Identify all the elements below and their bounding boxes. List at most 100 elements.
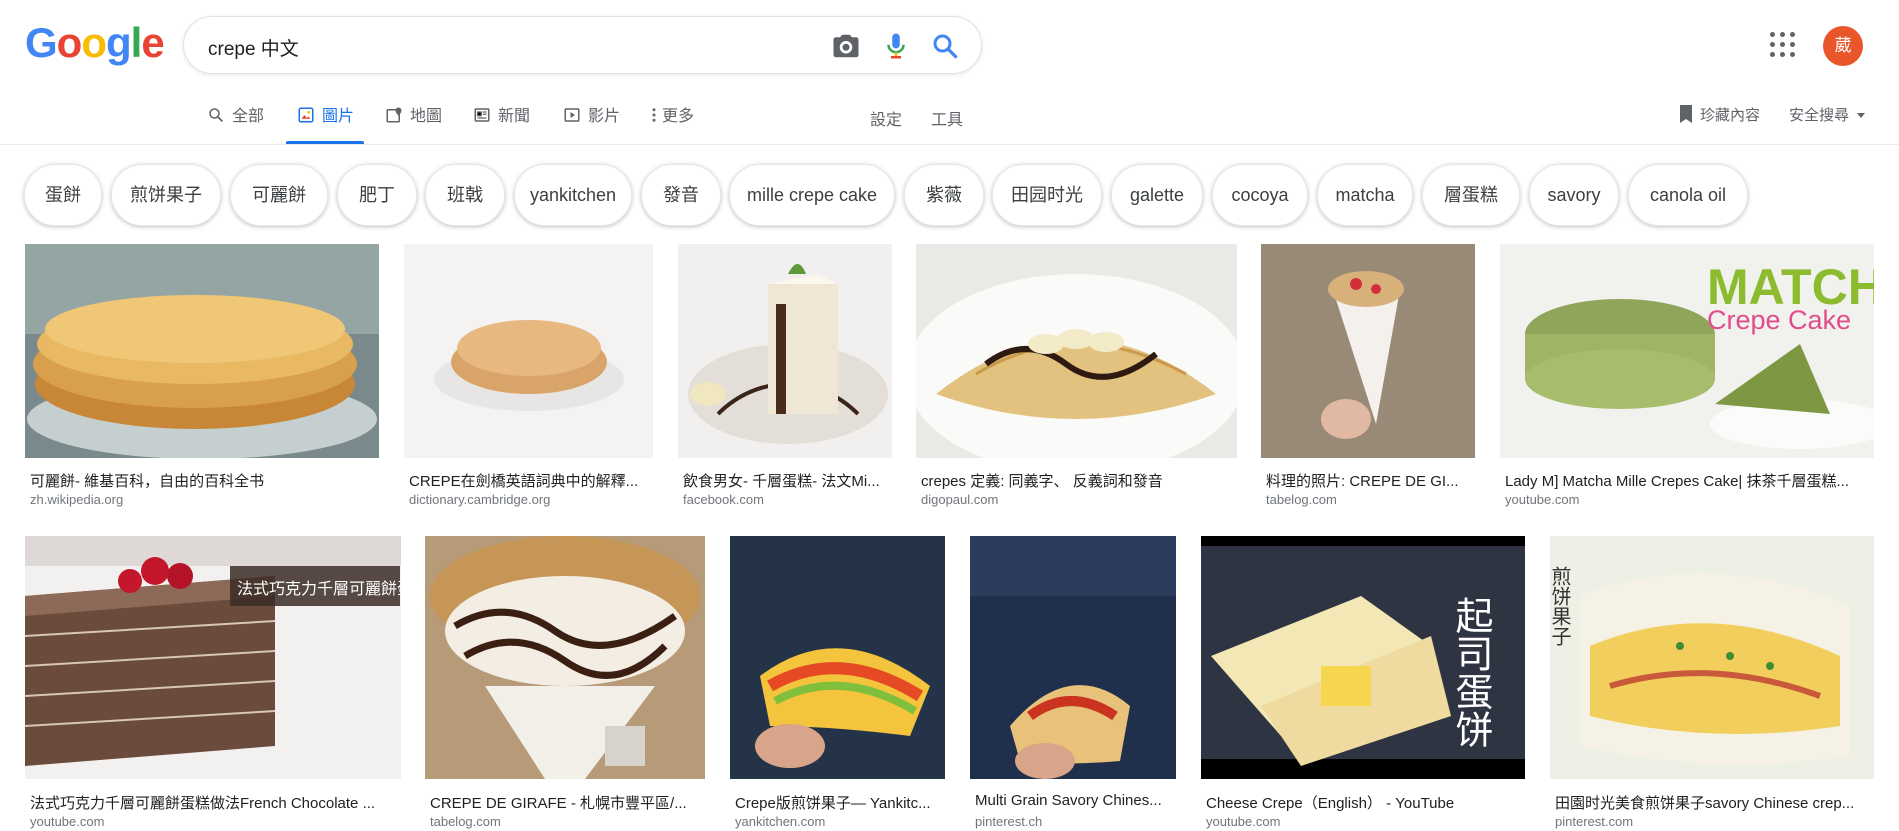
overlay-text: 法式巧克力千層可麗餅蛋糕 bbox=[237, 579, 401, 598]
safesearch-label: 安全搜尋 bbox=[1789, 107, 1850, 124]
chip[interactable]: savory bbox=[1529, 164, 1619, 226]
tab-images[interactable]: 圖片 bbox=[285, 102, 365, 144]
result-thumbnail[interactable] bbox=[916, 244, 1237, 458]
chip[interactable]: canola oil bbox=[1628, 164, 1748, 226]
tab-label: 地圖 bbox=[410, 108, 443, 125]
tab-label: 新聞 bbox=[498, 108, 531, 125]
image-result[interactable]: 可麗餅- 維基百科，自由的百科全书 zh.wikipedia.org bbox=[25, 244, 379, 511]
image-result[interactable]: 飲食男女- 千層蛋糕- 法文Mi... facebook.com bbox=[678, 244, 892, 511]
result-site: youtube.com bbox=[1505, 492, 1580, 507]
result-title[interactable]: 田園时光美食煎饼果子savory Chinese crep... bbox=[1555, 792, 1870, 813]
more-vert-icon bbox=[652, 108, 656, 122]
tab-label: 影片 bbox=[588, 108, 621, 125]
result-thumbnail[interactable] bbox=[970, 536, 1176, 779]
result-site: digopaul.com bbox=[921, 492, 999, 507]
chip[interactable]: 層蛋糕 bbox=[1422, 164, 1520, 226]
image-result[interactable]: Multi Grain Savory Chines... pinterest.c… bbox=[970, 536, 1176, 829]
result-title[interactable]: crepes 定義: 同義字、 反義詞和發音 bbox=[921, 470, 1233, 491]
result-title[interactable]: CREPE DE GIRAFE - 札幌市豐平區/... bbox=[430, 792, 701, 813]
chip[interactable]: 肥丁 bbox=[337, 164, 417, 226]
chip[interactable]: mille crepe cake bbox=[729, 164, 895, 226]
image-result[interactable]: 法式巧克力千層可麗餅蛋糕 法式巧克力千層可麗餅蛋糕做法French Chocol… bbox=[25, 536, 401, 829]
chip[interactable]: 班戟 bbox=[425, 164, 505, 226]
search-input[interactable]: crepe 中文 bbox=[208, 34, 299, 61]
result-title[interactable]: 料理的照片: CREPE DE GI... bbox=[1266, 470, 1471, 491]
result-thumbnail[interactable]: 起司蛋饼 bbox=[1201, 536, 1525, 779]
settings-link[interactable]: 設定 bbox=[870, 106, 902, 130]
result-site: zh.wikipedia.org bbox=[30, 492, 124, 507]
saved-label: 珍藏內容 bbox=[1700, 107, 1761, 124]
result-title[interactable]: CREPE在劍橋英語詞典中的解釋... bbox=[409, 470, 649, 491]
search-box[interactable]: crepe 中文 bbox=[183, 16, 982, 74]
result-site: youtube.com bbox=[30, 814, 105, 829]
chip[interactable]: 田园时光 bbox=[992, 164, 1102, 226]
top-bar: Google crepe 中文 葳 全部 圖片 地圖 新聞 影片 更多 設定 工… bbox=[0, 0, 1899, 145]
overlay-text: 起司蛋饼 bbox=[1449, 596, 1493, 748]
image-result[interactable]: MATCHA Crepe Cake Lady M] Matcha Mille C… bbox=[1500, 244, 1874, 511]
result-site: tabelog.com bbox=[1266, 492, 1337, 507]
chip[interactable]: 發音 bbox=[641, 164, 721, 226]
chip[interactable]: 煎饼果子 bbox=[111, 164, 221, 226]
tab-videos[interactable]: 影片 bbox=[562, 102, 620, 144]
mic-icon[interactable] bbox=[881, 31, 911, 61]
tab-label: 圖片 bbox=[322, 108, 355, 125]
chip[interactable]: cocoya bbox=[1212, 164, 1308, 226]
result-thumbnail[interactable] bbox=[25, 244, 379, 458]
tab-news[interactable]: 新聞 bbox=[472, 102, 530, 144]
tab-more[interactable]: 更多 bbox=[650, 102, 694, 144]
result-thumbnail[interactable]: 法式巧克力千層可麗餅蛋糕 bbox=[25, 536, 401, 779]
chip[interactable]: matcha bbox=[1317, 164, 1413, 226]
result-thumbnail[interactable] bbox=[404, 244, 653, 458]
chip[interactable]: 蛋餅 bbox=[24, 164, 102, 226]
saved-link[interactable]: 珍藏內容 bbox=[1678, 104, 1760, 125]
image-result[interactable]: CREPE在劍橋英語詞典中的解釋... dictionary.cambridge… bbox=[404, 244, 653, 511]
video-icon bbox=[564, 108, 580, 122]
image-result[interactable]: 起司蛋饼 Cheese Crepe（English） - YouTube you… bbox=[1201, 536, 1525, 829]
tab-label: 更多 bbox=[662, 108, 695, 125]
result-thumbnail[interactable] bbox=[1261, 244, 1475, 458]
result-site: facebook.com bbox=[683, 492, 764, 507]
chip[interactable]: yankitchen bbox=[514, 164, 632, 226]
result-site: pinterest.ch bbox=[975, 814, 1043, 829]
search-icon[interactable] bbox=[930, 31, 960, 61]
result-site: yankitchen.com bbox=[735, 814, 826, 829]
image-result[interactable]: 料理的照片: CREPE DE GI... tabelog.com bbox=[1261, 244, 1475, 511]
result-title[interactable]: Cheese Crepe（English） - YouTube bbox=[1206, 792, 1521, 813]
result-thumbnail[interactable]: MATCHA Crepe Cake bbox=[1500, 244, 1874, 458]
chip[interactable]: 紫薇 bbox=[904, 164, 984, 226]
result-title[interactable]: 法式巧克力千層可麗餅蛋糕做法French Chocolate ... bbox=[30, 792, 397, 813]
tools-link[interactable]: 工具 bbox=[931, 106, 963, 130]
result-site: youtube.com bbox=[1206, 814, 1281, 829]
apps-grid-icon[interactable] bbox=[1770, 32, 1796, 58]
image-icon bbox=[298, 107, 314, 123]
tab-label: 全部 bbox=[232, 108, 265, 125]
map-icon bbox=[386, 107, 402, 123]
avatar[interactable]: 葳 bbox=[1823, 26, 1863, 66]
image-result[interactable]: CREPE DE GIRAFE - 札幌市豐平區/... tabelog.com bbox=[425, 536, 705, 829]
result-title[interactable]: 可麗餅- 維基百科，自由的百科全书 bbox=[30, 470, 375, 491]
result-thumbnail[interactable] bbox=[678, 244, 892, 458]
safesearch-dropdown[interactable]: 安全搜尋 bbox=[1789, 104, 1866, 125]
overlay-subtitle: Crepe Cake bbox=[1707, 305, 1851, 335]
camera-icon[interactable] bbox=[831, 31, 861, 61]
result-thumbnail[interactable]: 煎饼果子 bbox=[1550, 536, 1874, 779]
chip[interactable]: 可麗餅 bbox=[230, 164, 328, 226]
tab-all[interactable]: 全部 bbox=[206, 102, 264, 144]
image-result[interactable]: Crepe版煎饼果子— Yankitc... yankitchen.com bbox=[730, 536, 945, 829]
result-title[interactable]: Multi Grain Savory Chines... bbox=[975, 792, 1172, 809]
tab-maps[interactable]: 地圖 bbox=[384, 102, 442, 144]
result-title[interactable]: Crepe版煎饼果子— Yankitc... bbox=[735, 792, 941, 813]
result-site: pinterest.com bbox=[1555, 814, 1634, 829]
result-title[interactable]: Lady M] Matcha Mille Crepes Cake| 抹茶千層蛋糕… bbox=[1505, 470, 1870, 491]
result-thumbnail[interactable] bbox=[730, 536, 945, 779]
google-logo[interactable]: Google bbox=[25, 22, 165, 64]
chip[interactable]: galette bbox=[1111, 164, 1203, 226]
bookmark-icon bbox=[1680, 105, 1692, 123]
image-result[interactable]: 煎饼果子 田園时光美食煎饼果子savory Chinese crep... pi… bbox=[1550, 536, 1874, 829]
image-result[interactable]: crepes 定義: 同義字、 反義詞和發音 digopaul.com bbox=[916, 244, 1237, 511]
result-title[interactable]: 飲食男女- 千層蛋糕- 法文Mi... bbox=[683, 470, 888, 491]
news-icon bbox=[474, 108, 490, 122]
search-icon bbox=[209, 108, 223, 122]
overlay-text: 煎饼果子 bbox=[1550, 566, 1572, 646]
result-thumbnail[interactable] bbox=[425, 536, 705, 779]
